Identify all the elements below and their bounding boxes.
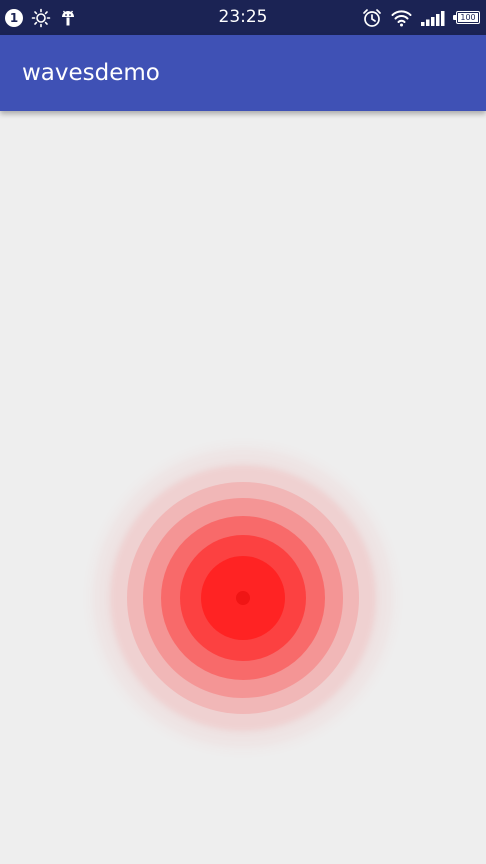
battery-icon: 100 bbox=[453, 11, 480, 24]
main-content bbox=[0, 111, 486, 864]
wave-view[interactable] bbox=[93, 448, 393, 748]
app-title: wavesdemo bbox=[22, 60, 160, 86]
signal-icon bbox=[421, 10, 447, 26]
alarm-icon bbox=[362, 8, 382, 28]
status-bar: 1 23:25 100 bbox=[0, 0, 486, 35]
wifi-icon bbox=[391, 9, 412, 27]
status-bar-right: 100 bbox=[362, 0, 480, 35]
app-bar: wavesdemo bbox=[0, 35, 486, 111]
battery-level-text: 100 bbox=[460, 13, 476, 22]
wave-center-dot bbox=[236, 591, 250, 605]
